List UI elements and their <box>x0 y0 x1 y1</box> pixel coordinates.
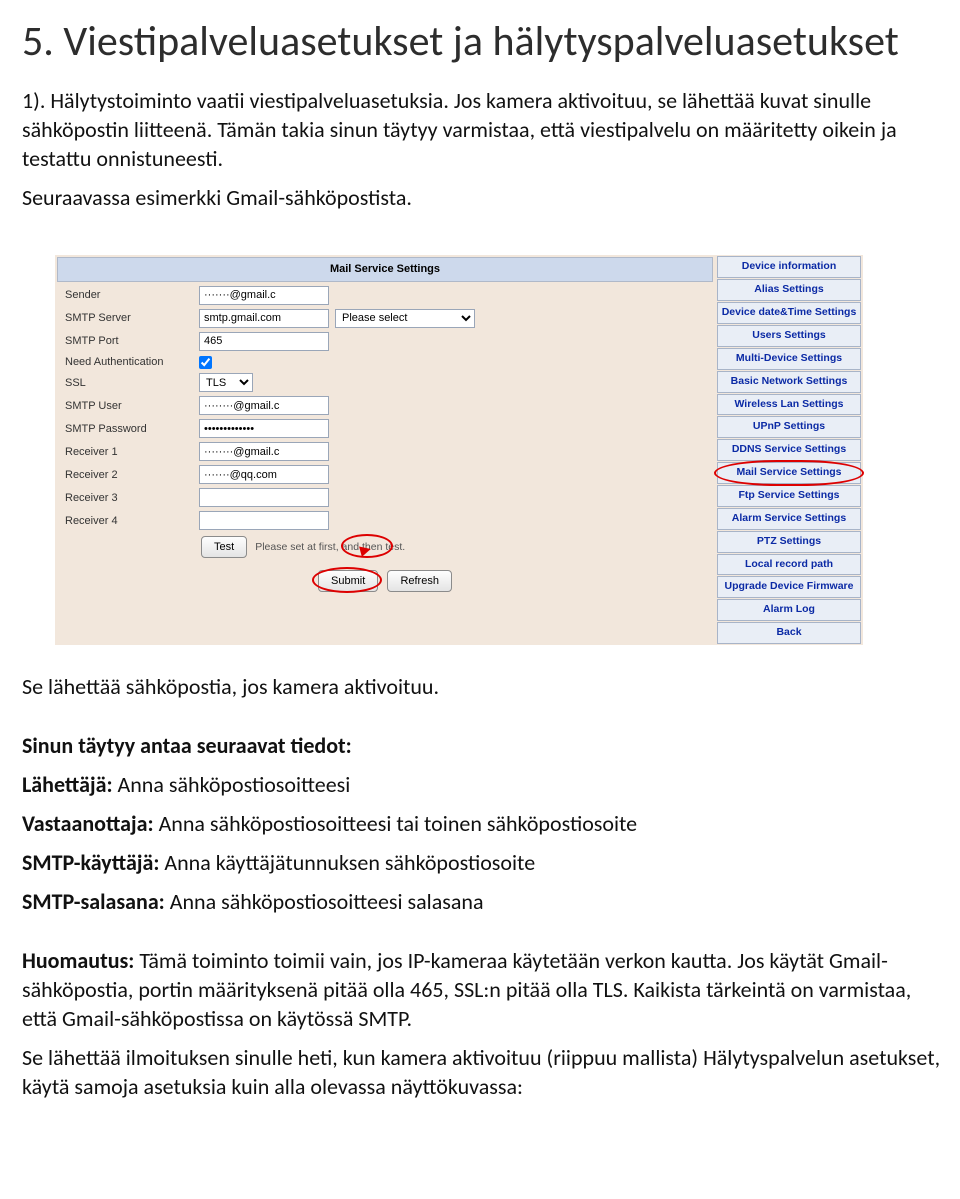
label-receiver-1: Receiver 1 <box>59 445 199 460</box>
input-receiver-2[interactable] <box>199 465 329 484</box>
menu-item[interactable]: Users Settings <box>717 325 861 347</box>
menu-item[interactable]: Local record path <box>717 554 861 576</box>
menu-item[interactable]: Device date&Time Settings <box>717 302 861 324</box>
note-label: Huomautus: <box>22 947 134 974</box>
label-receiver-3: Receiver 3 <box>59 491 199 506</box>
menu-item[interactable]: Mail Service Settings <box>717 462 861 484</box>
menu-item[interactable]: UPnP Settings <box>717 416 861 438</box>
need-info-value: Anna sähköpostiosoitteesi tai toinen säh… <box>154 810 638 837</box>
need-info-key: SMTP-salasana: <box>22 888 165 915</box>
refresh-button[interactable]: Refresh <box>387 570 452 592</box>
label-receiver-2: Receiver 2 <box>59 468 199 483</box>
input-smtp-server[interactable] <box>199 309 329 328</box>
need-info-key: SMTP-käyttäjä: <box>22 849 159 876</box>
input-receiver-3[interactable] <box>199 488 329 507</box>
menu-item[interactable]: Back <box>717 622 861 644</box>
after-screenshot-text: Se lähettää sähköpostia, jos kamera akti… <box>22 672 950 701</box>
menu-item[interactable]: Device information <box>717 256 861 278</box>
need-info-line: Vastaanottaja: Anna sähköpostiosoitteesi… <box>22 809 950 838</box>
menu-item[interactable]: Alarm Log <box>717 599 861 621</box>
menu-item[interactable]: Alarm Service Settings <box>717 508 861 530</box>
test-hint: Please set at first, and then test. <box>255 541 405 555</box>
panel-header: Mail Service Settings <box>57 257 713 282</box>
note-paragraph-2: Se lähettää ilmoituksen sinulle heti, ku… <box>22 1043 950 1101</box>
menu-item[interactable]: Wireless Lan Settings <box>717 394 861 416</box>
need-info-value: Anna sähköpostiosoitteesi <box>113 771 351 798</box>
menu-item[interactable]: Upgrade Device Firmware <box>717 576 861 598</box>
need-info-value: Anna käyttäjätunnuksen sähköpostiosoite <box>159 849 535 876</box>
label-smtp-server: SMTP Server <box>59 311 199 326</box>
page-title: 5. Viestipalveluasetukset ja hälytyspalv… <box>22 18 950 66</box>
label-smtp-password: SMTP Password <box>59 422 199 437</box>
input-sender[interactable] <box>199 286 329 305</box>
need-info-value: Anna sähköpostiosoitteesi salasana <box>165 888 484 915</box>
intro-paragraph-1: 1). Hälytystoiminto vaatii viestipalvelu… <box>22 86 950 173</box>
menu-item[interactable]: Basic Network Settings <box>717 371 861 393</box>
need-info-title: Sinun täytyy antaa seuraavat tiedot: <box>22 731 950 760</box>
need-info-key: Vastaanottaja: <box>22 810 154 837</box>
need-info-key: Lähettäjä: <box>22 771 113 798</box>
input-receiver-4[interactable] <box>199 511 329 530</box>
select-ssl[interactable]: TLS <box>199 373 253 392</box>
input-receiver-1[interactable] <box>199 442 329 461</box>
menu-item[interactable]: DDNS Service Settings <box>717 439 861 461</box>
label-sender: Sender <box>59 288 199 303</box>
menu-item[interactable]: PTZ Settings <box>717 531 861 553</box>
select-smtp-preset[interactable]: Please select <box>335 309 475 328</box>
mail-settings-screenshot: Mail Service Settings Sender SMTP Server… <box>54 254 864 646</box>
need-info-line: SMTP-käyttäjä: Anna käyttäjätunnuksen sä… <box>22 848 950 877</box>
label-smtp-user: SMTP User <box>59 399 199 414</box>
input-smtp-password[interactable] <box>199 419 329 438</box>
input-smtp-user[interactable] <box>199 396 329 415</box>
submit-button[interactable]: Submit <box>318 570 378 592</box>
label-need-auth: Need Authentication <box>59 355 199 370</box>
need-info-line: SMTP-salasana: Anna sähköpostiosoitteesi… <box>22 887 950 916</box>
menu-item[interactable]: Multi-Device Settings <box>717 348 861 370</box>
label-ssl: SSL <box>59 376 199 391</box>
menu-item[interactable]: Ftp Service Settings <box>717 485 861 507</box>
note-body: Tämä toiminto toimii vain, jos IP-kamera… <box>22 947 911 1032</box>
input-smtp-port[interactable] <box>199 332 329 351</box>
note-paragraph: Huomautus: Tämä toiminto toimii vain, jo… <box>22 946 950 1033</box>
test-button[interactable]: Test <box>201 536 247 558</box>
need-info-line: Lähettäjä: Anna sähköpostiosoitteesi <box>22 770 950 799</box>
intro-paragraph-2: Seuraavassa esimerkki Gmail-sähköpostist… <box>22 183 950 212</box>
menu-item[interactable]: Alias Settings <box>717 279 861 301</box>
settings-menu: Device informationAlias SettingsDevice d… <box>715 255 863 645</box>
label-receiver-4: Receiver 4 <box>59 514 199 529</box>
checkbox-need-auth[interactable] <box>199 356 212 369</box>
label-smtp-port: SMTP Port <box>59 334 199 349</box>
